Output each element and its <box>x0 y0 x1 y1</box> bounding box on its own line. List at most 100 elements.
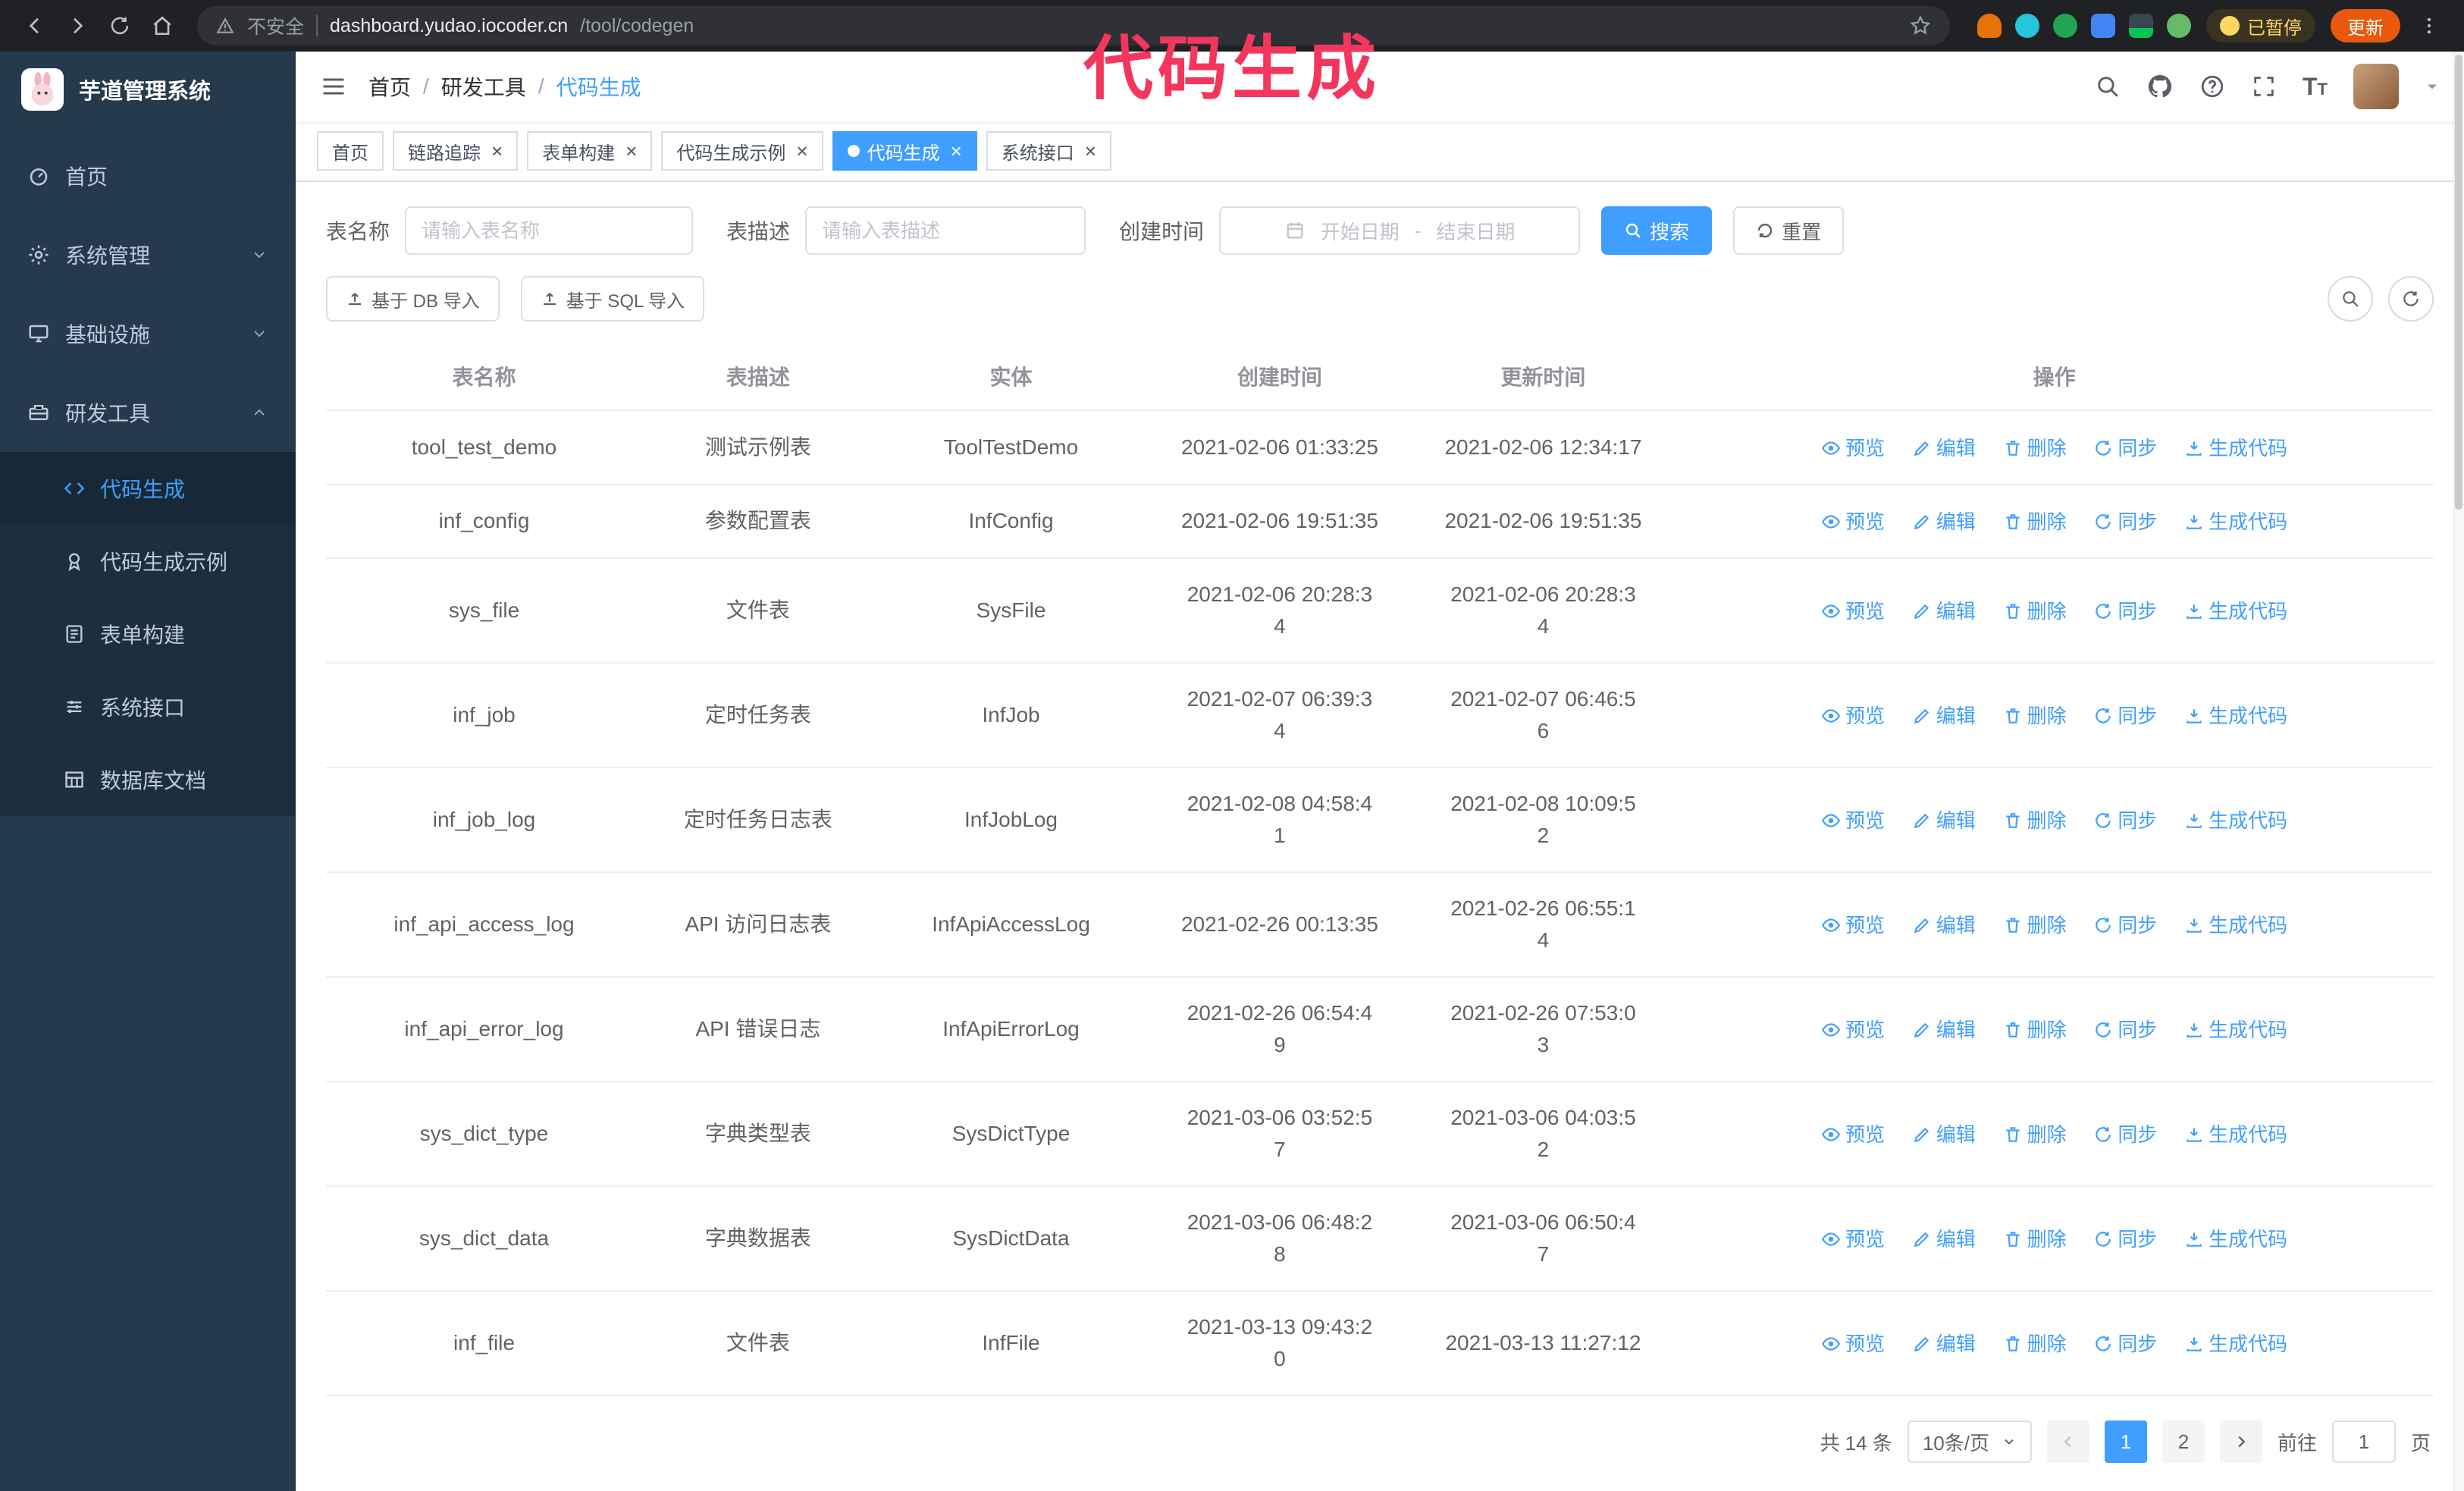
paused-badge[interactable]: 已暂停 <box>2206 9 2315 42</box>
scrollbar-thumb[interactable] <box>2455 55 2462 510</box>
extension-icon[interactable] <box>2129 14 2153 38</box>
sync-link[interactable]: 同步 <box>2093 432 2157 464</box>
sidebar-item-devtools[interactable]: 研发工具 <box>0 373 296 452</box>
date-range-picker[interactable]: 开始日期 - 结束日期 <box>1219 206 1581 255</box>
delete-link[interactable]: 删除 <box>2003 432 2067 464</box>
sidebar-toggle-icon[interactable] <box>320 73 347 100</box>
address-bar[interactable]: 不安全 dashboard.yudao.iocoder.cn /tool/cod… <box>197 6 1950 46</box>
sync-link[interactable]: 同步 <box>2093 1328 2157 1360</box>
extension-icon[interactable] <box>1977 14 2002 38</box>
edit-link[interactable]: 编辑 <box>1912 1328 1976 1360</box>
prev-page-button[interactable] <box>2046 1420 2089 1464</box>
edit-link[interactable]: 编辑 <box>1912 1223 1976 1255</box>
extension-icon[interactable] <box>2167 14 2191 38</box>
sync-link[interactable]: 同步 <box>2093 595 2157 627</box>
close-icon[interactable]: × <box>951 141 962 161</box>
preview-link[interactable]: 预览 <box>1821 595 1885 627</box>
fullscreen-icon[interactable] <box>2251 74 2277 99</box>
delete-link[interactable]: 删除 <box>2003 1119 2067 1150</box>
page-size-select[interactable]: 10条/页 <box>1907 1420 2032 1464</box>
delete-link[interactable]: 删除 <box>2003 1223 2067 1255</box>
table-name-input[interactable] <box>405 206 694 255</box>
generate-code-link[interactable]: 生成代码 <box>2184 805 2287 837</box>
generate-code-link[interactable]: 生成代码 <box>2184 595 2287 627</box>
sync-link[interactable]: 同步 <box>2093 909 2157 941</box>
tab-codegen-example[interactable]: 代码生成示例 × <box>661 131 823 171</box>
home-icon[interactable] <box>143 6 182 46</box>
generate-code-link[interactable]: 生成代码 <box>2184 506 2287 538</box>
preview-link[interactable]: 预览 <box>1821 1223 1885 1255</box>
search-icon[interactable] <box>2095 74 2121 99</box>
tab-trace[interactable]: 链路追踪 × <box>393 131 519 171</box>
delete-link[interactable]: 删除 <box>2003 805 2067 837</box>
next-page-button[interactable] <box>2219 1420 2262 1464</box>
tab-form-builder[interactable]: 表单构建 × <box>527 131 653 171</box>
generate-code-link[interactable]: 生成代码 <box>2184 1328 2287 1360</box>
sync-link[interactable]: 同步 <box>2093 1223 2157 1255</box>
tab-codegen[interactable]: 代码生成 × <box>832 131 977 171</box>
tab-api[interactable]: 系统接口 × <box>986 131 1111 171</box>
refresh-table-button[interactable] <box>2388 276 2434 322</box>
sidebar-item-system[interactable]: 系统管理 <box>0 215 296 294</box>
table-desc-input[interactable] <box>805 206 1086 255</box>
search-button[interactable]: 搜索 <box>1601 206 1713 255</box>
preview-link[interactable]: 预览 <box>1821 805 1885 837</box>
sidebar-item-codegen[interactable]: 代码生成 <box>0 452 296 525</box>
sync-link[interactable]: 同步 <box>2093 506 2157 538</box>
delete-link[interactable]: 删除 <box>2003 506 2067 538</box>
reload-icon[interactable] <box>100 6 140 46</box>
close-icon[interactable]: × <box>796 141 807 161</box>
extension-icon[interactable] <box>2053 14 2077 38</box>
update-browser-button[interactable]: 更新 <box>2331 9 2400 42</box>
close-icon[interactable]: × <box>625 141 637 161</box>
extension-icon[interactable] <box>2091 14 2115 38</box>
import-sql-button[interactable]: 基于 SQL 导入 <box>520 276 705 322</box>
edit-link[interactable]: 编辑 <box>1912 700 1976 732</box>
edit-link[interactable]: 编辑 <box>1912 506 1976 538</box>
generate-code-link[interactable]: 生成代码 <box>2184 700 2287 732</box>
sidebar-item-codegen-example[interactable]: 代码生成示例 <box>0 525 296 598</box>
delete-link[interactable]: 删除 <box>2003 1014 2067 1046</box>
generate-code-link[interactable]: 生成代码 <box>2184 1223 2287 1255</box>
toggle-search-button[interactable] <box>2328 276 2373 322</box>
edit-link[interactable]: 编辑 <box>1912 1119 1976 1150</box>
delete-link[interactable]: 删除 <box>2003 595 2067 627</box>
preview-link[interactable]: 预览 <box>1821 909 1885 941</box>
tab-home[interactable]: 首页 <box>317 131 384 171</box>
edit-link[interactable]: 编辑 <box>1912 595 1976 627</box>
breadcrumb-devtools[interactable]: 研发工具 <box>441 71 526 102</box>
delete-link[interactable]: 删除 <box>2003 700 2067 732</box>
user-menu-caret-icon[interactable] <box>2425 79 2440 94</box>
delete-link[interactable]: 删除 <box>2003 1328 2067 1360</box>
edit-link[interactable]: 编辑 <box>1912 432 1976 464</box>
preview-link[interactable]: 预览 <box>1821 506 1885 538</box>
goto-page-input[interactable] <box>2331 1420 2396 1464</box>
preview-link[interactable]: 预览 <box>1821 1014 1885 1046</box>
sync-link[interactable]: 同步 <box>2093 1119 2157 1150</box>
edit-link[interactable]: 编辑 <box>1912 909 1976 941</box>
generate-code-link[interactable]: 生成代码 <box>2184 1119 2287 1150</box>
sidebar-item-home[interactable]: 首页 <box>0 137 296 215</box>
bookmark-star-icon[interactable] <box>1909 14 1932 37</box>
sidebar-item-db-doc[interactable]: 数据库文档 <box>0 743 296 816</box>
generate-code-link[interactable]: 生成代码 <box>2184 1014 2287 1046</box>
extension-icon[interactable] <box>2015 14 2039 38</box>
forward-icon[interactable] <box>58 6 97 46</box>
close-icon[interactable]: × <box>491 141 503 161</box>
breadcrumb-home[interactable]: 首页 <box>368 71 411 102</box>
sync-link[interactable]: 同步 <box>2093 1014 2157 1046</box>
generate-code-link[interactable]: 生成代码 <box>2184 432 2287 464</box>
delete-link[interactable]: 删除 <box>2003 909 2067 941</box>
page-button-2[interactable]: 2 <box>2161 1420 2205 1464</box>
preview-link[interactable]: 预览 <box>1821 1119 1885 1150</box>
edit-link[interactable]: 编辑 <box>1912 1014 1976 1046</box>
sidebar-item-api[interactable]: 系统接口 <box>0 670 296 743</box>
preview-link[interactable]: 预览 <box>1821 700 1885 732</box>
import-db-button[interactable]: 基于 DB 导入 <box>326 276 500 322</box>
sync-link[interactable]: 同步 <box>2093 700 2157 732</box>
github-icon[interactable] <box>2146 73 2174 100</box>
back-icon[interactable] <box>15 6 55 46</box>
preview-link[interactable]: 预览 <box>1821 1328 1885 1360</box>
sidebar-item-infra[interactable]: 基础设施 <box>0 294 296 373</box>
sync-link[interactable]: 同步 <box>2093 805 2157 837</box>
